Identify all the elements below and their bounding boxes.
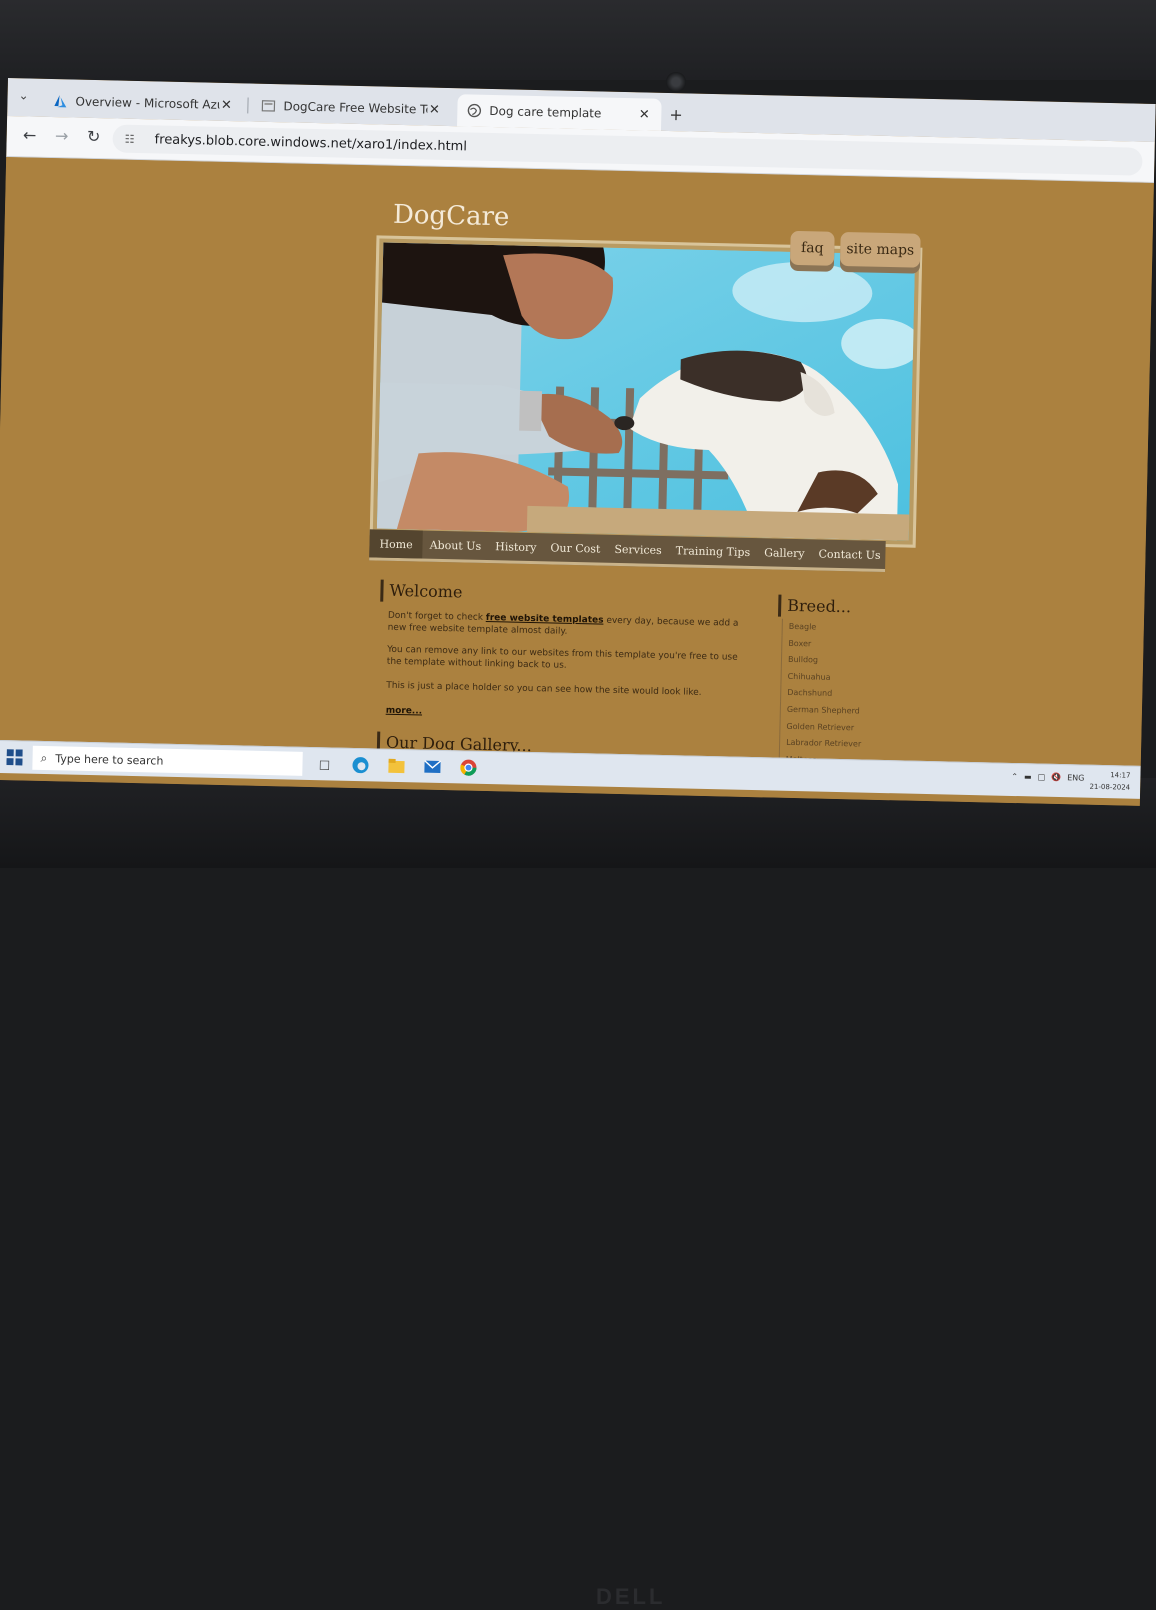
- tab-search-chevron-icon[interactable]: ⌄: [15, 88, 31, 104]
- new-tab-plus-icon[interactable]: +: [669, 105, 683, 124]
- faq-link[interactable]: faq: [789, 230, 835, 266]
- network-icon[interactable]: □: [1038, 773, 1046, 782]
- welcome-heading: Welcome: [380, 579, 463, 604]
- nav-our-cost[interactable]: Our Cost: [543, 533, 608, 562]
- taskbar-search-box[interactable]: ⌕ Type here to search: [32, 745, 303, 776]
- nav-training-tips[interactable]: Training Tips: [668, 536, 757, 566]
- nav-gallery[interactable]: Gallery: [757, 538, 812, 567]
- page-icon: [261, 99, 276, 113]
- task-view-icon[interactable]: □: [314, 754, 334, 774]
- tab-dogcare-template[interactable]: DogCare Free Website Templat ✕: [251, 90, 452, 127]
- tab-title: Dog care template: [489, 103, 602, 121]
- clock-time: 14:17: [1110, 771, 1131, 780]
- site-maps-link[interactable]: site maps: [839, 231, 921, 268]
- language-indicator[interactable]: ENG: [1067, 773, 1084, 782]
- back-arrow-icon[interactable]: ←: [20, 125, 38, 144]
- breed-heading: Breed...: [777, 594, 852, 619]
- webcam: [666, 72, 686, 92]
- close-tab-icon[interactable]: ✕: [427, 102, 441, 117]
- taskbar-clock[interactable]: 14:17 21-08-2024: [1089, 769, 1130, 794]
- laptop-bezel-top: [0, 0, 1156, 80]
- laptop-logo: DELL: [596, 1584, 666, 1609]
- site-info-icon[interactable]: ☷: [125, 132, 145, 145]
- close-tab-icon[interactable]: ✕: [637, 107, 651, 122]
- breed-list: Beagle Boxer Bulldog Chihuahua Dachshund…: [778, 618, 902, 771]
- azure-icon: [53, 94, 67, 108]
- search-placeholder: Type here to search: [55, 751, 164, 768]
- free-website-templates-link[interactable]: free website templates: [486, 613, 604, 626]
- volume-muted-icon[interactable]: 🔇: [1051, 773, 1061, 782]
- file-explorer-icon[interactable]: [386, 756, 406, 776]
- windows-start-icon[interactable]: [6, 749, 23, 766]
- screen: ⌄ Overview - Microsoft Azure ✕ DogCare F…: [0, 78, 1156, 806]
- search-icon: ⌕: [40, 750, 48, 765]
- site-logo-title[interactable]: DogCare: [393, 200, 510, 233]
- hero-banner: [369, 235, 923, 548]
- welcome-paragraph-2: You can remove any link to our websites …: [386, 644, 738, 671]
- breed-item[interactable]: German Shepherd: [779, 701, 901, 721]
- battery-icon[interactable]: ▬: [1024, 772, 1032, 781]
- hero-photo-woman-and-dog: [376, 242, 916, 541]
- nav-services[interactable]: Services: [607, 535, 669, 564]
- reload-icon[interactable]: ↻: [84, 127, 102, 146]
- nav-about-us[interactable]: About Us: [422, 531, 488, 560]
- mail-icon[interactable]: [422, 757, 442, 777]
- tab-separator: [247, 97, 249, 114]
- welcome-paragraph-3: This is just a place holder so you can s…: [386, 680, 702, 698]
- nav-history[interactable]: History: [488, 532, 544, 561]
- more-link[interactable]: more...: [386, 706, 423, 717]
- welcome-paragraph-1: Don't forget to check free website templ…: [387, 610, 739, 637]
- system-tray: ⌃ ▬ □ 🔇 ENG: [1011, 772, 1084, 783]
- edge-browser-icon[interactable]: [350, 755, 370, 775]
- tab-dog-care-active[interactable]: Dog care template ✕: [457, 94, 662, 131]
- clock-date: 21-08-2024: [1089, 782, 1131, 792]
- tab-title: DogCare Free Website Templat: [283, 99, 428, 117]
- chrome-icon[interactable]: [458, 757, 478, 777]
- forward-arrow-icon[interactable]: →: [52, 126, 70, 145]
- url-text[interactable]: freakys.blob.core.windows.net/xaro1/inde…: [154, 132, 467, 154]
- tab-azure[interactable]: Overview - Microsoft Azure ✕: [43, 85, 244, 122]
- nav-home[interactable]: Home: [369, 529, 423, 559]
- webpage: DogCare faq site maps Home About Us Hist…: [0, 156, 1154, 806]
- close-tab-icon[interactable]: ✕: [219, 97, 233, 112]
- nav-contact-us[interactable]: Contact Us: [811, 539, 888, 569]
- globe-icon: [467, 103, 482, 118]
- tab-title: Overview - Microsoft Azure: [75, 94, 220, 112]
- show-hidden-icons-chevron-icon[interactable]: ⌃: [1011, 772, 1018, 781]
